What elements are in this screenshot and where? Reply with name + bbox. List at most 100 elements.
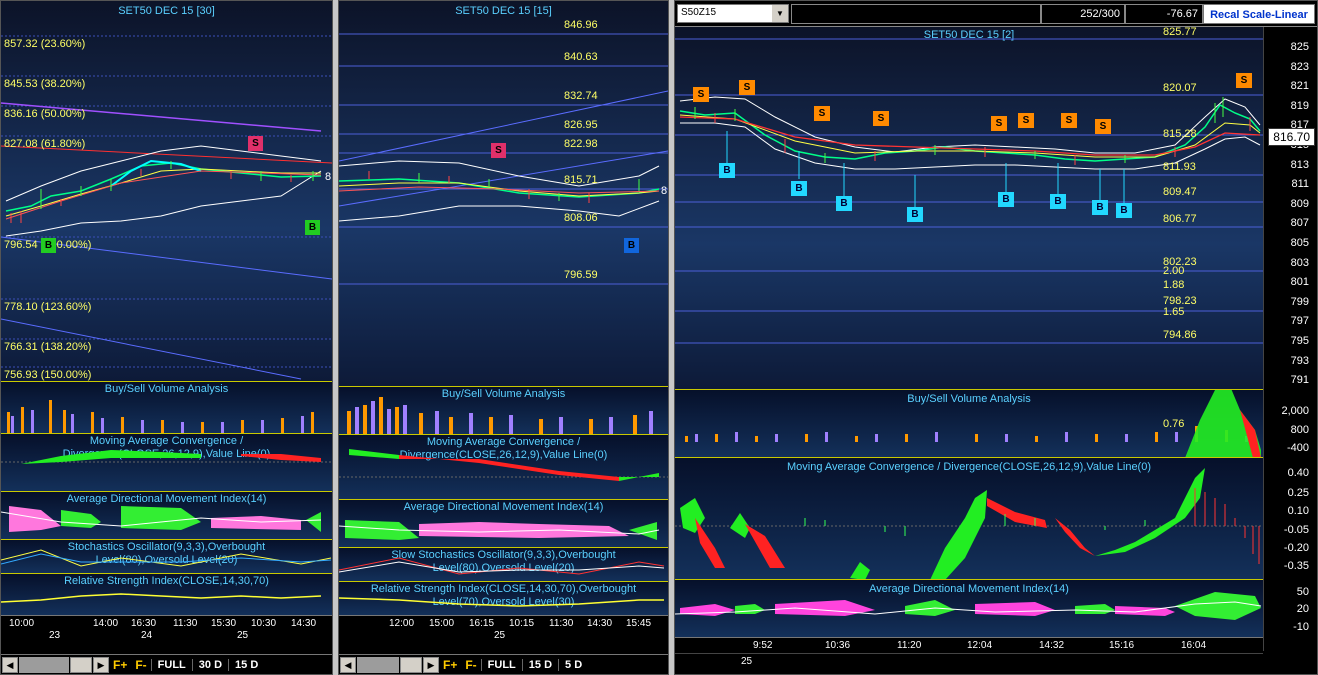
- range-15d-button[interactable]: 15 D: [521, 658, 558, 671]
- macd-subchart[interactable]: Moving Average Convergence / Divergence(…: [675, 457, 1263, 579]
- recal-scale-button[interactable]: Recal Scale-Linear: [1203, 4, 1315, 24]
- sell-signal-marker[interactable]: S: [1095, 119, 1111, 134]
- scroll-right-icon[interactable]: ▶: [423, 656, 439, 673]
- buy-signal-marker[interactable]: B: [1116, 203, 1132, 218]
- date-label: 25: [741, 656, 753, 667]
- scroll-left-icon[interactable]: ◀: [2, 656, 18, 673]
- price-level: 811.93: [1163, 161, 1196, 173]
- time-label: 15:16: [1109, 640, 1135, 651]
- panel-toolbar: ◀ ▶ F+ F- FULL 15 D 5 D: [339, 654, 668, 674]
- price-level: 794.86: [1163, 329, 1197, 341]
- chart-panel-2min[interactable]: S50Z15 ▼ 252/300 -76.67 Recal Scale-Line…: [674, 0, 1318, 675]
- scroll-left-icon[interactable]: ◀: [340, 656, 356, 673]
- macd-subchart[interactable]: Moving Average Convergence / Divergence(…: [1, 433, 332, 491]
- price-level: 825.77: [1163, 26, 1197, 38]
- sell-signal-marker[interactable]: S: [991, 116, 1007, 131]
- buy-signal-marker[interactable]: B: [719, 163, 735, 178]
- scale-tick: 821: [1290, 80, 1309, 92]
- scale-tick: 0.25: [1287, 487, 1309, 499]
- chevron-down-icon[interactable]: ▼: [772, 5, 788, 22]
- time-label: 16:04: [1181, 640, 1207, 651]
- horizontal-scrollbar[interactable]: [19, 656, 69, 673]
- time-label: 14:30: [587, 618, 613, 629]
- scroll-thumb[interactable]: [400, 656, 422, 673]
- range-full-button[interactable]: FULL: [150, 658, 192, 671]
- scale-tick: -400: [1286, 442, 1309, 454]
- volume-subchart[interactable]: Buy/Sell Volume Analysis: [339, 386, 668, 434]
- adx-bands: [339, 520, 660, 540]
- zoom-out-button[interactable]: F-: [131, 658, 150, 672]
- adx-subchart[interactable]: Average Directional Movement Index(14): [1, 491, 332, 539]
- chart-panel-15min[interactable]: SET50 DEC 15 [15] 846.96 840.63 832.74 8…: [338, 0, 669, 675]
- scale-tick: -0.35: [1283, 560, 1309, 572]
- sell-signal-marker[interactable]: S: [1236, 73, 1252, 88]
- scale-tick: 811: [1291, 178, 1309, 190]
- range-15d-button[interactable]: 15 D: [228, 658, 264, 671]
- sell-signal-marker[interactable]: S: [873, 111, 889, 126]
- scale-tick: 819: [1290, 100, 1309, 112]
- sell-signal-marker[interactable]: S: [491, 143, 506, 158]
- sell-signal-marker[interactable]: S: [693, 87, 709, 102]
- range-full-button[interactable]: FULL: [480, 658, 522, 671]
- chart-panel-30min[interactable]: SET50 DEC 15 [30] 857.32 (23.60%) 845.53: [0, 0, 333, 675]
- range-30d-button[interactable]: 30 D: [191, 658, 228, 671]
- adx-bands: [1, 506, 322, 532]
- time-label: 11:20: [897, 640, 922, 651]
- buy-signal-marker[interactable]: B: [624, 238, 639, 253]
- time-label: 16:30: [131, 618, 157, 629]
- change-value: -76.67: [1125, 4, 1203, 24]
- buy-signal-marker[interactable]: B: [998, 192, 1014, 207]
- sell-signal-marker[interactable]: S: [814, 106, 830, 121]
- price-level: 840.63: [564, 51, 598, 63]
- price-chart-area[interactable]: SET50 DEC 15 [15] 846.96 840.63 832.74 8…: [339, 1, 668, 386]
- scale-tick: 803: [1290, 257, 1309, 269]
- sell-signal-marker[interactable]: S: [739, 80, 755, 95]
- buy-signal-marker[interactable]: B: [1050, 194, 1066, 209]
- sell-signal-marker[interactable]: S: [248, 136, 263, 151]
- scale-tick: 801: [1290, 276, 1309, 288]
- range-5d-button[interactable]: 5 D: [558, 658, 588, 671]
- rsi-subchart[interactable]: Relative Strength Index(CLOSE,14,30,70),…: [339, 581, 668, 615]
- buy-signal-marker[interactable]: B: [836, 196, 852, 211]
- scale-tick: 823: [1290, 61, 1309, 73]
- rsi-subchart[interactable]: Relative Strength Index(CLOSE,14,30,70): [1, 573, 332, 615]
- panel-toolbar: ◀ ▶ F+ F- FULL 30 D 15 D: [1, 654, 332, 674]
- adx-subchart[interactable]: Average Directional Movement Index(14): [339, 499, 668, 547]
- date-label: 24: [141, 630, 153, 641]
- zoom-in-button[interactable]: F+: [439, 658, 461, 672]
- scale-tick: 20: [1296, 603, 1309, 615]
- buy-signal-marker[interactable]: B: [41, 238, 56, 253]
- date-label: 25: [237, 630, 249, 641]
- sell-signal-marker[interactable]: S: [1018, 113, 1034, 128]
- volume-subchart[interactable]: Buy/Sell Volume Analysis: [1, 381, 332, 433]
- price-chart-area[interactable]: SET50 DEC 15 [2] 825.77 820.07 815.28 81…: [675, 26, 1263, 389]
- volume-subchart[interactable]: Buy/Sell Volume Analysis 0.76: [675, 389, 1263, 457]
- horizontal-scrollbar[interactable]: [357, 656, 399, 673]
- scroll-right-icon[interactable]: ▶: [93, 656, 109, 673]
- price-level: 822.98: [564, 138, 598, 150]
- price-chart-area[interactable]: SET50 DEC 15 [30] 857.32 (23.60%) 845.53: [1, 1, 332, 381]
- zoom-out-button[interactable]: F-: [461, 658, 480, 672]
- scale-tick: 805: [1290, 237, 1309, 249]
- time-axis: 12:00 15:00 16:15 10:15 11:30 14:30 15:4…: [339, 615, 668, 643]
- sell-signal-marker[interactable]: S: [1061, 113, 1077, 128]
- buy-signal-marker[interactable]: B: [1092, 200, 1108, 215]
- scale-tick: 0.10: [1287, 505, 1309, 517]
- time-label: 14:30: [291, 618, 317, 629]
- symbol-select[interactable]: S50Z15 ▼: [677, 4, 789, 23]
- buy-signal-marker[interactable]: B: [907, 207, 923, 222]
- symbol-value: S50Z15: [681, 7, 717, 18]
- stochastics-subchart[interactable]: Stochastics Oscillator(9,3,3),Overbought…: [1, 539, 332, 573]
- scroll-thumb[interactable]: [70, 656, 92, 673]
- zoom-in-button[interactable]: F+: [109, 658, 131, 672]
- macd-subchart[interactable]: Moving Average Convergence / Divergence(…: [339, 434, 668, 499]
- adx-subchart[interactable]: Average Directional Movement Index(14): [675, 579, 1263, 637]
- buy-signal-marker[interactable]: B: [305, 220, 320, 235]
- price-edge-label: 8: [661, 185, 668, 197]
- price-scale[interactable]: 825 823 821 819 817 815 813 811 809 807 …: [1263, 27, 1317, 651]
- scale-tick: 791: [1290, 374, 1309, 386]
- volume-bars: [347, 397, 653, 434]
- stochastics-subchart[interactable]: Slow Stochastics Oscillator(9,3,3),Overb…: [339, 547, 668, 581]
- macd-histogram: [675, 468, 1263, 579]
- buy-signal-marker[interactable]: B: [791, 181, 807, 196]
